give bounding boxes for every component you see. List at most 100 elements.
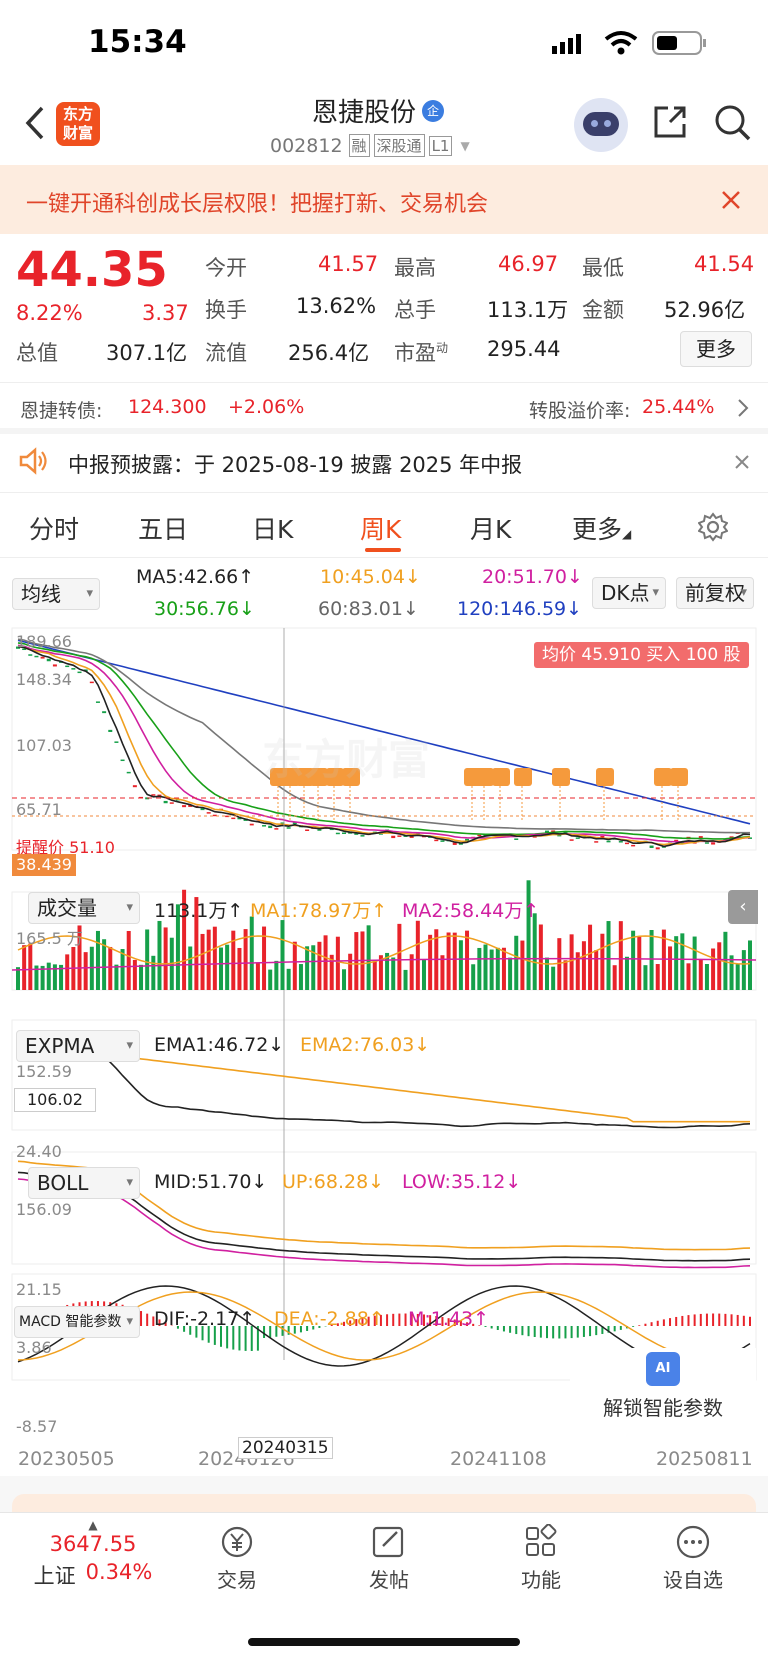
volume-bar (132, 959, 137, 990)
unlock-panel[interactable]: AI 解锁智能参数 (570, 1348, 756, 1438)
macd-bar (539, 1326, 542, 1338)
stock-code-line: 002812 融 深股通 L1 ▼ (270, 134, 470, 157)
tab-fiveday[interactable]: 五日 (138, 510, 188, 546)
volume-bar (668, 946, 673, 990)
float-value: 256.4亿 (288, 341, 370, 365)
low-label: 最低 (582, 256, 624, 280)
chevron-right-icon[interactable] (736, 397, 750, 419)
candle (305, 829, 310, 832)
candle (434, 839, 439, 842)
macd-bar (718, 1313, 721, 1326)
volume-bar (255, 962, 260, 990)
notice-text[interactable]: 中报预披露：于 2025-08-19 披露 2025 年中报 (68, 449, 522, 479)
nav-watchlist[interactable]: 设自选 (638, 1524, 748, 1593)
nav-trade[interactable]: 交易 (182, 1524, 292, 1593)
macd-bar (263, 1326, 266, 1338)
ma-selector[interactable]: 均线 (12, 578, 100, 610)
volume-bar (729, 955, 734, 990)
avg-cost-badge[interactable]: 均价 45.910 买入 100 股 (534, 642, 749, 668)
last-price: 44.35 (16, 242, 168, 298)
volume-bar (501, 947, 506, 990)
macd-bar (669, 1318, 672, 1326)
macd-bar (509, 1326, 512, 1333)
settings-gear-icon[interactable] (698, 512, 728, 542)
macd-bar (386, 1314, 389, 1326)
search-icon[interactable] (714, 104, 752, 142)
dk-point-button[interactable]: DK点 (592, 577, 666, 609)
more-dots-icon (676, 1525, 710, 1559)
candle (465, 838, 470, 841)
nav-function[interactable]: 功能 (486, 1523, 596, 1593)
volume-bar (151, 955, 156, 990)
volume-bar (206, 929, 211, 990)
candle (397, 835, 402, 837)
tab-intraday[interactable]: 分时 (29, 510, 79, 546)
battery-icon (652, 31, 706, 55)
volume-bar (102, 939, 107, 990)
nav-trade-label: 交易 (217, 1568, 257, 1592)
close-icon[interactable] (721, 190, 741, 210)
date-1: 20230505 (18, 1448, 115, 1470)
macd-bar (269, 1326, 272, 1338)
candle (65, 665, 70, 668)
tab-more[interactable]: 更多◢ (572, 510, 631, 546)
more-button[interactable]: 更多 (680, 331, 752, 367)
macd-bar (582, 1326, 585, 1337)
collapse-panel-button[interactable]: ‹ (728, 890, 758, 924)
macd-bar (576, 1326, 579, 1338)
float-label: 流值 (205, 341, 247, 365)
robot-avatar[interactable] (574, 98, 628, 152)
volume-bar (674, 936, 679, 990)
volume-bar (274, 960, 279, 990)
kline-tick-2: 148.34 (16, 670, 72, 689)
notice-close-icon[interactable] (734, 454, 750, 470)
candle (624, 842, 629, 845)
premium-label: 转股溢价率: (529, 400, 631, 422)
tab-monthly[interactable]: 月K (470, 510, 511, 546)
candle (631, 844, 636, 847)
macd-selector[interactable]: MACD 智能参数 (14, 1306, 140, 1338)
back-icon[interactable] (22, 104, 48, 142)
index-quote[interactable]: ▲ 3647.55 上证 0.34% (18, 1518, 168, 1590)
macd-bar (558, 1326, 561, 1339)
volume-bar (391, 957, 396, 990)
volume-bar (231, 930, 236, 990)
bond-label: 恩捷转债: (20, 400, 103, 422)
nav-post[interactable]: 发帖 (334, 1524, 444, 1593)
volume-bar (421, 959, 426, 990)
tab-weekly[interactable]: 周K (360, 510, 401, 546)
volume-bar (698, 959, 703, 990)
adjust-button[interactable]: 前复权 (676, 577, 754, 609)
expma-selector[interactable]: EXPMA (16, 1030, 140, 1062)
macd-bar (749, 1316, 751, 1326)
volume-bar (649, 930, 654, 990)
ma20-value: 20:51.70↓ (482, 566, 583, 588)
low-value: 41.54 (694, 252, 755, 276)
t-marker (654, 768, 672, 786)
tab-daily[interactable]: 日K (252, 510, 293, 546)
volume-bar (551, 966, 556, 990)
code-dropdown-icon[interactable]: ▼ (460, 139, 469, 153)
expma-cursor-label: 106.02 (14, 1088, 96, 1112)
yen-exchange-icon (221, 1526, 253, 1558)
macd-bar (675, 1316, 678, 1326)
candle (231, 817, 236, 820)
volume-bar (28, 943, 33, 990)
t-marker (596, 768, 614, 786)
volume-selector[interactable]: 成交量 (28, 892, 140, 924)
volume-bar (508, 957, 513, 990)
volume-bar (145, 929, 150, 990)
ai-icon: AI (646, 1352, 680, 1386)
turnover-label: 换手 (205, 298, 247, 322)
candle (569, 839, 574, 841)
macd-tick-2: -8.57 (16, 1417, 58, 1436)
candle (77, 671, 82, 674)
volume-bar (397, 923, 402, 990)
macd-bar (712, 1313, 715, 1326)
volume-bar (108, 946, 113, 990)
share-icon[interactable] (652, 104, 688, 140)
candle (711, 842, 716, 845)
candle (274, 828, 279, 830)
boll-selector[interactable]: BOLL (28, 1167, 140, 1199)
volume-bar (452, 932, 457, 990)
